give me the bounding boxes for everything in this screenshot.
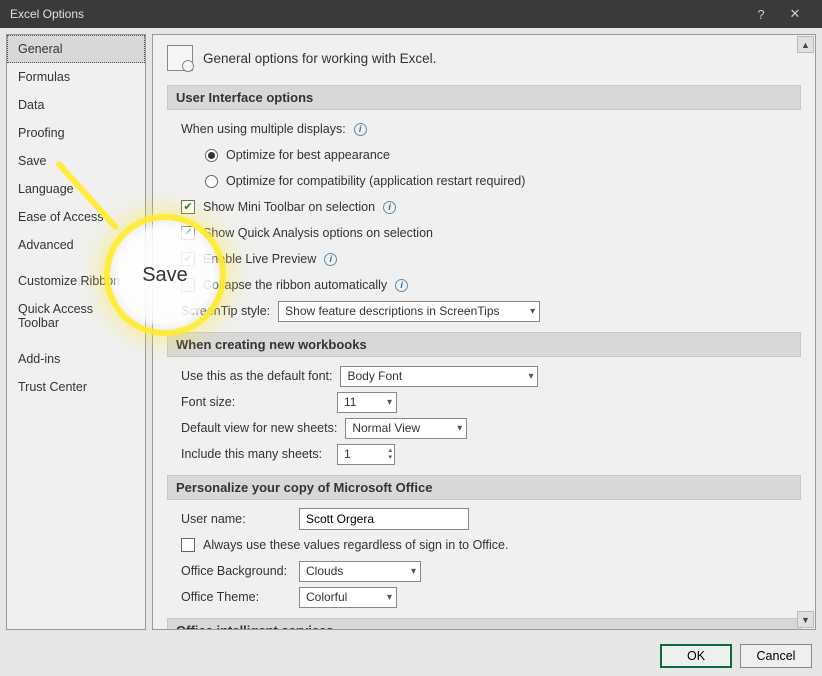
checkbox-collapse-ribbon[interactable] xyxy=(181,278,195,292)
close-button[interactable]: ✕ xyxy=(778,6,812,22)
font-size-label: Font size: xyxy=(181,395,329,409)
cancel-button[interactable]: Cancel xyxy=(740,644,812,668)
office-bg-label: Office Background: xyxy=(181,564,291,578)
sidebar-item-formulas[interactable]: Formulas xyxy=(7,63,145,91)
checkbox-quick-analysis[interactable] xyxy=(181,226,195,240)
sidebar-item-add-ins[interactable]: Add-ins xyxy=(7,345,145,373)
user-name-label: User name: xyxy=(181,512,291,526)
sidebar-item-customize-ribbon[interactable]: Customize Ribbon xyxy=(7,267,145,295)
sidebar-item-ease-of-access[interactable]: Ease of Access xyxy=(7,203,145,231)
general-options-icon xyxy=(167,45,193,71)
content-panel: ▲ ▼ General options for working with Exc… xyxy=(152,34,816,630)
section-personalize: Personalize your copy of Microsoft Offic… xyxy=(167,475,801,500)
multi-display-label: When using multiple displays: xyxy=(181,122,346,136)
default-view-label: Default view for new sheets: xyxy=(181,421,337,435)
screentip-dropdown[interactable]: Show feature descriptions in ScreenTips xyxy=(278,301,540,322)
sidebar-item-quick-access-toolbar[interactable]: Quick Access Toolbar xyxy=(7,295,145,337)
sheets-count-label: Include this many sheets: xyxy=(181,447,329,461)
info-icon[interactable] xyxy=(395,279,408,292)
office-theme-label: Office Theme: xyxy=(181,590,291,604)
info-icon[interactable] xyxy=(354,123,367,136)
radio-optimize-best[interactable] xyxy=(205,149,218,162)
info-icon[interactable] xyxy=(324,253,337,266)
info-icon[interactable] xyxy=(383,201,396,214)
sidebar-item-trust-center[interactable]: Trust Center xyxy=(7,373,145,401)
help-button[interactable]: ? xyxy=(744,7,778,22)
office-theme-dropdown[interactable]: Colorful xyxy=(299,587,397,608)
ok-button[interactable]: OK xyxy=(660,644,732,668)
default-font-dropdown[interactable]: Body Font xyxy=(340,366,538,387)
default-view-dropdown[interactable]: Normal View xyxy=(345,418,467,439)
page-heading: General options for working with Excel. xyxy=(203,51,436,66)
scroll-up-icon[interactable]: ▲ xyxy=(797,36,814,53)
font-size-dropdown[interactable]: 11 xyxy=(337,392,397,413)
sidebar-item-proofing[interactable]: Proofing xyxy=(7,119,145,147)
window-title: Excel Options xyxy=(10,7,84,21)
scroll-down-icon[interactable]: ▼ xyxy=(797,611,814,628)
default-font-label: Use this as the default font: xyxy=(181,369,332,383)
section-intelligent-services: Office intelligent services xyxy=(167,618,801,629)
office-bg-dropdown[interactable]: Clouds xyxy=(299,561,421,582)
radio-optimize-compat[interactable] xyxy=(205,175,218,188)
screentip-label: ScreenTip style: xyxy=(181,304,270,318)
section-ui-options: User Interface options xyxy=(167,85,801,110)
checkbox-always-use[interactable] xyxy=(181,538,195,552)
checkbox-live-preview[interactable] xyxy=(181,252,195,266)
sidebar-item-save[interactable]: Save xyxy=(7,147,145,175)
sheets-count-spinner[interactable]: 1 xyxy=(337,444,395,465)
sidebar-item-data[interactable]: Data xyxy=(7,91,145,119)
sidebar-item-general[interactable]: General xyxy=(7,35,145,63)
sidebar-item-advanced[interactable]: Advanced xyxy=(7,231,145,259)
user-name-input[interactable] xyxy=(299,508,469,530)
dialog-footer: OK Cancel xyxy=(0,636,822,676)
sidebar: General Formulas Data Proofing Save Lang… xyxy=(6,34,146,630)
title-bar: Excel Options ? ✕ xyxy=(0,0,822,28)
sidebar-item-language[interactable]: Language xyxy=(7,175,145,203)
section-new-workbooks: When creating new workbooks xyxy=(167,332,801,357)
checkbox-mini-toolbar[interactable] xyxy=(181,200,195,214)
